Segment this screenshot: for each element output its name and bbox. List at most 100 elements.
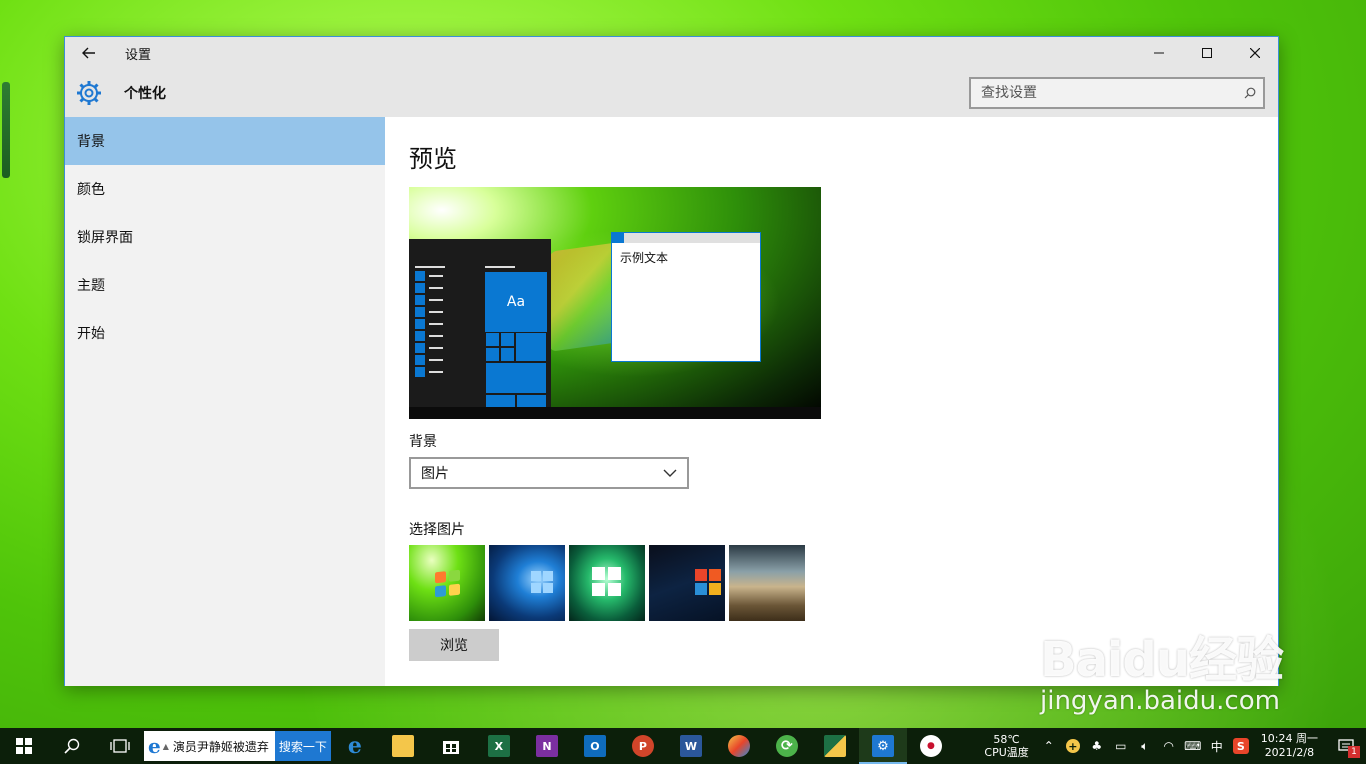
preview-menu-icon [415, 331, 425, 341]
picture-thumbnail-landscape[interactable] [729, 545, 805, 621]
preview-tile [485, 347, 500, 362]
preview-menu-line [485, 266, 515, 268]
taskbar: e ▲ 演员尹静姬被遗弃 搜索一下 e X N O P W ⟳ ⚙ ● 58℃ … [0, 728, 1366, 764]
close-button[interactable] [1232, 37, 1278, 69]
outlook-icon: O [583, 735, 606, 757]
picture-thumbnails [409, 545, 805, 621]
onenote-app[interactable]: N [523, 728, 571, 764]
windows-logo-icon [531, 571, 553, 593]
sogou-icon[interactable]: S [1229, 728, 1253, 764]
settings-window: 设置 个性化 背景 颜色 [64, 36, 1279, 686]
store-icon [440, 735, 462, 757]
notification-center-button[interactable]: 1 [1326, 728, 1366, 764]
search-icon[interactable] [1237, 87, 1263, 99]
red-app[interactable]: ● [907, 728, 955, 764]
ie-search-button[interactable]: 搜索一下 [274, 731, 331, 761]
back-button[interactable] [65, 37, 113, 69]
background-label: 背景 [409, 434, 437, 450]
clock[interactable]: 10:24 周一 2021/2/8 [1253, 732, 1326, 760]
gear-icon: ⚙ [871, 735, 894, 757]
refresh-icon: ⟳ [775, 735, 798, 757]
picture-thumbnail-blue[interactable] [489, 545, 565, 621]
edge-app[interactable]: e [331, 728, 379, 764]
preview-menu-icon [415, 367, 425, 377]
outlook-app[interactable]: O [571, 728, 619, 764]
clock-time: 10:24 周一 [1260, 732, 1318, 745]
volume-icon[interactable]: 🔈︎ [1133, 728, 1157, 764]
sidebar-item-background[interactable]: 背景 [65, 117, 385, 165]
picture-thumbnail-green[interactable] [409, 545, 485, 621]
desktop-gadget [2, 82, 10, 178]
cpu-monitor[interactable]: 58℃ CPU温度 [976, 733, 1036, 759]
preview-tile [485, 332, 500, 347]
ie-icon: e [148, 734, 161, 758]
minimize-button[interactable] [1136, 37, 1182, 69]
ie-search-text[interactable]: 演员尹静姬被遗弃 [169, 738, 275, 755]
sidebar-item-start[interactable]: 开始 [65, 309, 385, 357]
paint-app[interactable] [715, 728, 763, 764]
file-explorer-app[interactable] [379, 728, 427, 764]
ime-indicator[interactable]: 中 [1205, 728, 1229, 764]
windows-logo-icon [435, 569, 460, 598]
preview-tile-aa: Aa [485, 272, 547, 332]
sidebar-item-themes[interactable]: 主题 [65, 261, 385, 309]
preview-menu-icon [415, 307, 425, 317]
background-dropdown-value: 图片 [421, 466, 449, 482]
search-input[interactable] [971, 85, 1237, 101]
sidebar-item-label: 开始 [77, 326, 105, 342]
wifi-icon[interactable]: ◠ [1157, 728, 1181, 764]
browse-button[interactable]: 浏览 [409, 629, 499, 661]
preview-menu-icon [415, 343, 425, 353]
sidebar-item-label: 锁屏界面 [77, 230, 133, 246]
excel-app[interactable]: X [475, 728, 523, 764]
windows-start-icon [16, 738, 32, 754]
word-icon: W [679, 735, 702, 757]
desktop-preview: Aa 示例文本 [409, 187, 821, 419]
network-adapter-icon[interactable]: ▭ [1109, 728, 1133, 764]
main-content: 预览 Aa 示例文本 背景 图片 选择图片 浏览 [385, 117, 1278, 686]
page-title: 个性化 [124, 86, 166, 102]
maximize-button[interactable] [1184, 37, 1230, 69]
keyboard-icon[interactable]: ⌨ [1181, 728, 1205, 764]
preview-menu-icon [415, 355, 425, 365]
task-view-button[interactable] [96, 728, 144, 764]
powerpoint-app[interactable]: P [619, 728, 667, 764]
clock-date: 2021/2/8 [1264, 746, 1315, 759]
settings-app[interactable]: ⚙ [858, 728, 907, 764]
search-box[interactable] [969, 77, 1265, 109]
chevron-up-icon[interactable]: ⌃ [1037, 728, 1061, 764]
title-bar: 设置 [65, 37, 1278, 69]
word-app[interactable]: W [667, 728, 715, 764]
background-dropdown[interactable]: 图片 [409, 457, 689, 489]
preview-heading: 预览 [409, 145, 457, 173]
preview-tile [515, 332, 547, 362]
windows-logo-icon [695, 569, 721, 595]
page-header: 个性化 [65, 69, 1278, 117]
picture-thumbnail-teal[interactable] [569, 545, 645, 621]
onenote-icon: N [535, 735, 558, 757]
plus-badge-icon[interactable]: + [1061, 728, 1085, 764]
sidebar-item-lock-screen[interactable]: 锁屏界面 [65, 213, 385, 261]
window-title: 设置 [125, 47, 152, 63]
notification-count-badge: 1 [1348, 746, 1360, 758]
edge-icon: e [347, 733, 362, 759]
preview-menu-icon [415, 319, 425, 329]
photo-app[interactable] [811, 728, 859, 764]
ie-search-widget[interactable]: e ▲ 演员尹静姬被遗弃 搜索一下 [144, 731, 331, 761]
red-app-icon: ● [919, 735, 942, 757]
picture-thumbnail-dark[interactable] [649, 545, 725, 621]
preview-tile [485, 362, 547, 394]
preview-tile [500, 347, 515, 362]
store-app[interactable] [427, 728, 475, 764]
preview-tile [500, 332, 515, 347]
preview-menu-line [429, 359, 443, 361]
search-icon [64, 738, 80, 754]
qq-icon[interactable]: ♣ [1085, 728, 1109, 764]
cpu-label: CPU温度 [984, 746, 1029, 759]
search-taskbar-button[interactable] [48, 728, 96, 764]
preview-menu-icon [415, 283, 425, 293]
refresh-app[interactable]: ⟳ [763, 728, 811, 764]
start-button[interactable] [0, 728, 48, 764]
sidebar-item-colors[interactable]: 颜色 [65, 165, 385, 213]
preview-menu-line [429, 371, 443, 373]
